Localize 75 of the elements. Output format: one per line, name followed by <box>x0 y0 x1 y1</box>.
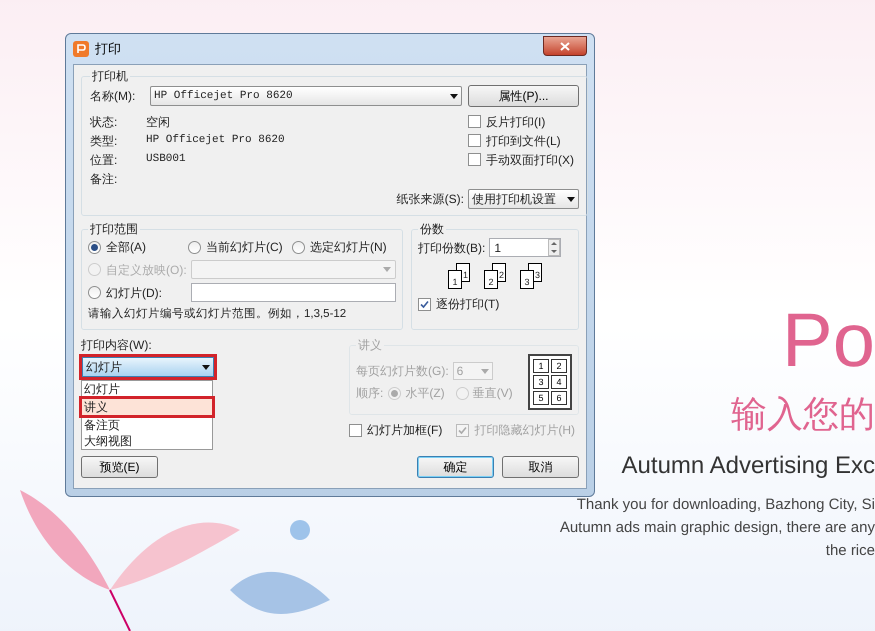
dropdown-option[interactable]: 幻灯片 <box>82 381 212 398</box>
page-number: 4 <box>551 375 567 390</box>
app-logo-icon <box>73 41 89 57</box>
field-label: 顺序: <box>356 385 384 402</box>
dialog-button[interactable]: 取消 <box>502 456 579 478</box>
copies-spinner[interactable]: 1 <box>489 238 562 257</box>
radio-label: 垂直(V) <box>472 385 513 402</box>
radio-label: 水平(Z) <box>405 385 445 402</box>
page-number: 1 <box>533 359 549 374</box>
radio-button[interactable] <box>188 240 201 254</box>
field-label: 打印份数(B): <box>418 240 486 256</box>
slide-title: Po <box>782 301 875 381</box>
checkbox-label: 幻灯片加框(F) <box>367 422 442 440</box>
close-icon <box>560 42 570 50</box>
info-label: 备注: <box>90 170 118 188</box>
checkbox[interactable] <box>418 298 431 310</box>
checkbox-label: 打印到文件(L) <box>486 132 561 150</box>
caret-icon <box>202 364 210 370</box>
dropdown-option[interactable]: 大纲视图 <box>82 433 212 450</box>
content-dropdown[interactable]: 幻灯片 <box>82 357 214 378</box>
info-value: 空闲 <box>146 114 170 130</box>
radio-button[interactable] <box>292 240 305 254</box>
page-number: 5 <box>533 391 549 406</box>
checkbox-label: 反片打印(I) <box>486 114 546 130</box>
field-label: 每页幻灯片数(G): <box>356 363 449 380</box>
dialog-button[interactable]: 属性(P)... <box>468 85 579 107</box>
caret-icon <box>383 267 391 272</box>
page-number: 3 <box>533 375 549 390</box>
radio-label: 当前幻灯片(C) <box>206 239 283 256</box>
slide-body-text: the rice <box>826 541 875 561</box>
group-title: 份数 <box>419 221 445 238</box>
slide-body-text: Thank you for downloading, Bazhong City, Si <box>576 495 875 515</box>
field-label: 打印内容(W): <box>81 337 153 354</box>
group-title: 讲义 <box>357 337 383 354</box>
checkbox[interactable] <box>468 153 481 166</box>
window-title: 打印 <box>95 40 121 58</box>
paper-source-dropdown[interactable]: 使用打印机设置 <box>468 189 579 209</box>
dropdown-option[interactable]: 讲义 <box>82 399 212 416</box>
caret-icon <box>480 368 489 374</box>
checkbox-label: 打印隐藏幻灯片(H) <box>474 422 575 440</box>
field-label: 纸张来源(S): <box>396 191 464 208</box>
dialog-button[interactable]: 确定 <box>417 456 494 478</box>
dropdown-option[interactable]: 备注页 <box>82 417 212 434</box>
printer-dropdown[interactable]: HP Officejet Pro 8620 <box>150 86 462 106</box>
page-number: 6 <box>551 391 567 406</box>
slide-subtitle: 输入您的 <box>731 393 875 437</box>
info-label: 状态: <box>90 114 118 130</box>
checkbox-label: 逐份打印(T) <box>436 296 500 313</box>
caret-icon <box>567 196 575 202</box>
radio-label: 幻灯片(D): <box>106 284 163 302</box>
radio-label: 选定幻灯片(N) <box>310 239 387 256</box>
slide-heading: Autumn Advertising Exc <box>622 451 875 481</box>
range-hint: 请输入幻灯片编号或幻灯片范围。例如，1,3,5-12 <box>88 306 348 322</box>
slide-body-text: Autumn ads main graphic design, there are any <box>560 518 875 538</box>
dialog-button[interactable]: 预览(E) <box>81 456 158 478</box>
radio-label: 全部(A) <box>106 239 146 256</box>
checkbox[interactable] <box>349 424 362 437</box>
close-button[interactable] <box>543 36 587 56</box>
caret-icon <box>450 94 458 98</box>
group-title: 打印范围 <box>89 221 139 238</box>
radio-button[interactable] <box>88 286 101 299</box>
checkbox-label: 手动双面打印(X) <box>486 152 574 168</box>
radio-button[interactable] <box>88 240 101 254</box>
radio-label: 自定义放映(O): <box>106 262 186 278</box>
page-number: 2 <box>551 359 567 374</box>
slide-range-input[interactable] <box>191 283 396 302</box>
info-label: 类型: <box>90 132 118 150</box>
group-title: 打印机 <box>91 68 129 85</box>
info-value: HP Officejet Pro 8620 <box>146 133 285 148</box>
info-label: 位置: <box>90 152 118 168</box>
info-value: USB001 <box>146 152 186 168</box>
spinner-arrows-icon <box>548 239 560 256</box>
checkbox[interactable] <box>468 115 481 128</box>
field-label: 名称(M): <box>90 88 136 105</box>
checkbox[interactable] <box>468 134 481 147</box>
